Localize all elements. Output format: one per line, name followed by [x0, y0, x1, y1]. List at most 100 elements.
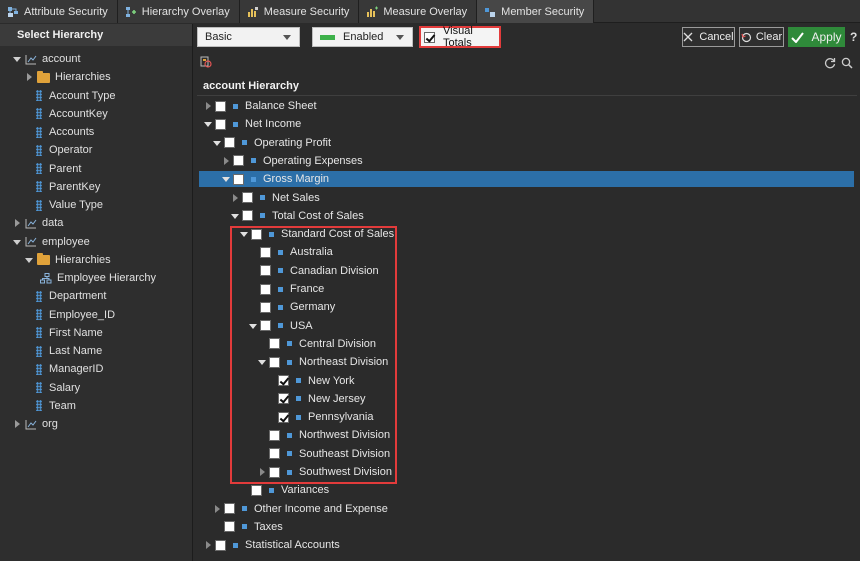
hierarchy-item[interactable]: Team	[32, 397, 76, 415]
member-checkbox[interactable]	[224, 521, 235, 533]
member-checkbox[interactable]	[269, 356, 280, 368]
member-checkbox[interactable]	[224, 137, 235, 149]
tree-row[interactable]: New Jersey	[199, 391, 854, 407]
tree-row[interactable]: Balance Sheet	[199, 98, 854, 114]
member-checkbox[interactable]	[269, 466, 280, 478]
tab-measure-security[interactable]: Measure Security	[239, 0, 360, 23]
chevron-down-icon[interactable]	[12, 54, 22, 64]
cancel-button[interactable]: Cancel	[682, 27, 735, 47]
tab-member-security[interactable]: Member Security	[477, 0, 595, 23]
tree-row[interactable]: Operating Expenses	[199, 153, 854, 169]
hierarchy-item[interactable]: First Name	[32, 324, 103, 342]
member-checkbox[interactable]	[278, 393, 289, 405]
chevron-down-icon[interactable]	[240, 229, 250, 239]
tree-row[interactable]: Other Income and Expense	[199, 501, 854, 517]
member-checkbox[interactable]	[260, 283, 271, 295]
tree-row[interactable]: Gross Margin	[199, 171, 854, 188]
hierarchy-item[interactable]: employee	[12, 233, 90, 251]
chevron-right-icon[interactable]	[213, 504, 223, 514]
chevron-down-icon[interactable]	[12, 237, 22, 247]
hierarchy-item[interactable]: Employee Hierarchy	[40, 269, 156, 287]
chevron-right-icon[interactable]	[204, 101, 214, 111]
clear-button[interactable]: Clear	[739, 27, 784, 47]
tree-row[interactable]: Variances	[199, 482, 854, 498]
member-checkbox[interactable]	[242, 192, 253, 203]
member-checkbox[interactable]	[269, 338, 280, 350]
member-checkbox[interactable]	[278, 375, 289, 386]
tree-row[interactable]: Northeast Division	[199, 354, 854, 370]
tree-row[interactable]: Germany	[199, 299, 854, 315]
chevron-down-icon[interactable]	[258, 357, 268, 367]
tree-row[interactable]: Statistical Accounts	[199, 537, 854, 553]
tab-hierarchy-overlay[interactable]: Hierarchy Overlay	[117, 0, 240, 23]
hierarchy-item[interactable]: ParentKey	[32, 178, 100, 196]
chevron-down-icon[interactable]	[204, 119, 214, 129]
member-checkbox[interactable]	[233, 173, 244, 185]
hierarchy-item[interactable]: Value Type	[32, 196, 103, 214]
member-checkbox[interactable]	[260, 320, 271, 332]
tree-row[interactable]: Operating Profit	[199, 135, 854, 151]
member-checkbox[interactable]	[260, 265, 271, 277]
search-icon[interactable]	[841, 57, 853, 69]
member-checkbox[interactable]	[215, 118, 226, 130]
hierarchy-item[interactable]: Account Type	[32, 87, 115, 105]
member-checkbox[interactable]	[224, 503, 235, 515]
mode-select[interactable]: Basic	[197, 27, 300, 47]
chevron-down-icon[interactable]	[249, 321, 259, 331]
tree-row[interactable]: New York	[199, 373, 854, 389]
member-checkbox[interactable]	[251, 484, 262, 496]
tree-row[interactable]: Australia	[199, 244, 854, 260]
tree-row[interactable]: Pennsylvania	[199, 409, 854, 425]
chevron-right-icon[interactable]	[24, 72, 34, 82]
hierarchy-item[interactable]: Hierarchies	[24, 251, 111, 269]
chevron-right-icon[interactable]	[222, 156, 232, 166]
tree-row[interactable]: Net Sales	[199, 190, 854, 206]
chevron-right-icon[interactable]	[258, 467, 268, 477]
member-checkbox[interactable]	[269, 429, 280, 441]
state-select[interactable]: Enabled	[312, 27, 413, 47]
tree-row[interactable]: France	[199, 281, 854, 297]
chevron-right-icon[interactable]	[204, 540, 214, 550]
member-checkbox[interactable]	[260, 246, 271, 258]
hierarchy-item[interactable]: Hierarchies	[24, 68, 111, 86]
chevron-down-icon[interactable]	[222, 174, 232, 184]
tab-attribute-security[interactable]: Attribute Security	[0, 0, 118, 23]
member-checkbox[interactable]	[269, 448, 280, 460]
member-filter-icon[interactable]	[200, 56, 212, 68]
hierarchy-item[interactable]: Department	[32, 287, 106, 305]
hierarchy-item[interactable]: Accounts	[32, 123, 94, 141]
tree-row[interactable]: Central Division	[199, 336, 854, 352]
refresh-icon[interactable]	[824, 57, 836, 69]
hierarchy-item[interactable]: org	[12, 415, 58, 433]
chevron-right-icon[interactable]	[231, 193, 241, 203]
chevron-right-icon[interactable]	[12, 419, 22, 429]
tree-row[interactable]: USA	[199, 318, 854, 334]
hierarchy-item[interactable]: ManagerID	[32, 360, 103, 378]
tree-row[interactable]: Northwest Division	[199, 427, 854, 443]
member-checkbox[interactable]	[260, 301, 271, 313]
chevron-down-icon[interactable]	[24, 255, 34, 265]
member-checkbox[interactable]	[233, 155, 244, 167]
hierarchy-item[interactable]: data	[12, 214, 63, 232]
tree-row[interactable]: Canadian Division	[199, 263, 854, 279]
member-checkbox[interactable]	[251, 228, 262, 240]
hierarchy-item[interactable]: Operator	[32, 141, 92, 159]
tree-row[interactable]: Taxes	[199, 519, 854, 535]
hierarchy-item[interactable]: AccountKey	[32, 105, 108, 123]
member-checkbox[interactable]	[215, 100, 226, 112]
hierarchy-item[interactable]: Parent	[32, 160, 81, 178]
tree-row[interactable]: Southwest Division	[199, 464, 854, 480]
tree-row[interactable]: Net Income	[199, 116, 854, 132]
chevron-down-icon[interactable]	[231, 211, 241, 221]
chevron-right-icon[interactable]	[12, 218, 22, 228]
help-icon[interactable]: ?	[850, 30, 857, 44]
member-checkbox[interactable]	[242, 210, 253, 222]
visual-totals-checkbox[interactable]	[424, 31, 435, 43]
member-checkbox[interactable]	[278, 411, 289, 423]
tree-row[interactable]: Total Cost of Sales	[199, 208, 854, 224]
chevron-down-icon[interactable]	[213, 138, 223, 148]
member-checkbox[interactable]	[215, 539, 226, 551]
tree-row[interactable]: Standard Cost of Sales	[199, 226, 854, 242]
apply-button[interactable]: Apply	[788, 27, 845, 47]
hierarchy-item[interactable]: Employee_ID	[32, 306, 115, 324]
